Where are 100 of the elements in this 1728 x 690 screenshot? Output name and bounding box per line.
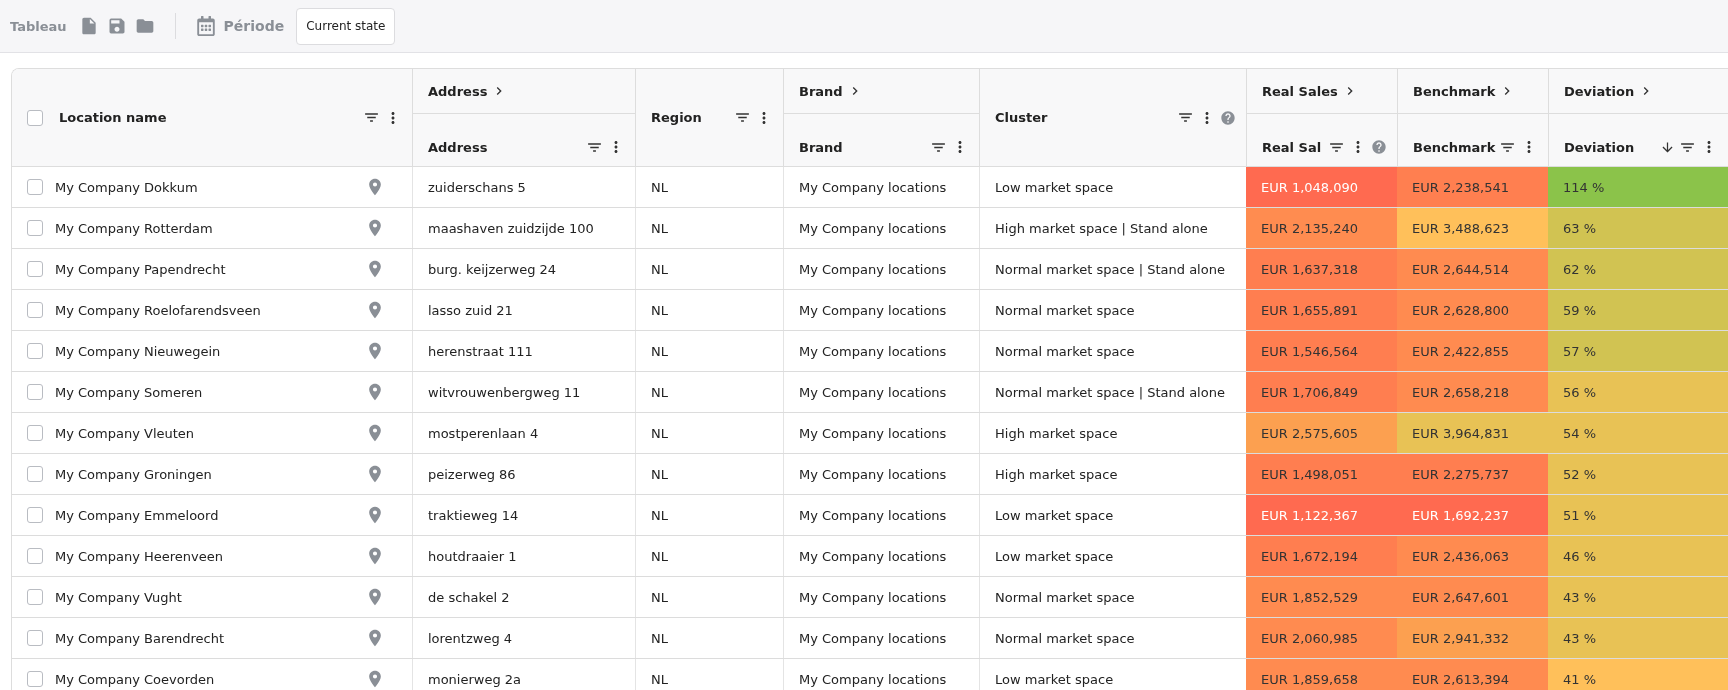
heatmap-cell: 54 % (1548, 413, 1728, 453)
location-name: My Company Coevorden (55, 671, 216, 687)
heatmap-cell: EUR 2,644,514 (1397, 249, 1548, 289)
heatmap-cell: EUR 1,706,849 (1246, 372, 1397, 412)
location-name: My Company Heerenveen (55, 548, 225, 564)
calendar-icon[interactable] (195, 16, 216, 36)
heatmap-cell: EUR 1,637,318 (1246, 249, 1397, 289)
region-text: NL (651, 630, 668, 646)
region-text: NL (651, 589, 668, 605)
region-text: NL (651, 220, 668, 236)
heatmap-cell: EUR 2,658,218 (1397, 372, 1548, 412)
region-text: NL (651, 671, 668, 687)
brand-text: My Company locations (799, 507, 947, 523)
help-icon[interactable] (1371, 139, 1387, 155)
location-name: My Company Nieuwegein (55, 343, 222, 359)
region-text: NL (651, 384, 668, 400)
heatmap-cell: EUR 1,692,237 (1397, 495, 1548, 535)
checkbox[interactable] (27, 179, 43, 195)
heatmap-cell: 43 % (1548, 618, 1728, 658)
address-text: burg. keijzerweg 24 (428, 261, 557, 277)
heatmap-cell: EUR 2,436,063 (1397, 536, 1548, 576)
address-text: de schakel 2 (428, 589, 510, 605)
checkbox[interactable] (27, 507, 43, 523)
heatmap-cell: 51 % (1548, 495, 1728, 535)
heatmap-cell: EUR 2,575,605 (1246, 413, 1397, 453)
heatmap-cell: EUR 1,546,564 (1246, 331, 1397, 371)
address-text: traktieweg 14 (428, 507, 519, 523)
location-name: My Company Dokkum (55, 179, 199, 195)
checkbox[interactable] (27, 548, 43, 564)
checkbox[interactable] (27, 466, 43, 482)
heatmap-cell: EUR 2,238,541 (1397, 167, 1548, 207)
heatmap-cell: 46 % (1548, 536, 1728, 576)
heatmap-cell: 63 % (1548, 208, 1728, 248)
period-button[interactable]: Current state (296, 7, 396, 45)
brand-text: My Company locations (799, 425, 947, 441)
cluster-text: Low market space (995, 548, 1114, 564)
checkbox[interactable] (27, 109, 43, 126)
column-header[interactable]: Region (651, 110, 730, 125)
location-name: My Company Emmeloord (55, 507, 220, 523)
address-text: mostperenlaan 4 (428, 425, 539, 441)
region-text: NL (651, 343, 668, 359)
region-text: NL (651, 466, 668, 482)
heatmap-cell: EUR 2,941,332 (1397, 618, 1548, 658)
location-name: My Company Someren (55, 384, 204, 400)
checkbox[interactable] (27, 343, 43, 359)
cluster-text: Low market space (995, 507, 1114, 523)
checkbox[interactable] (27, 261, 43, 277)
cluster-text: Normal market space (995, 630, 1135, 646)
column-header[interactable]: Location name (59, 110, 359, 125)
checkbox[interactable] (27, 589, 43, 605)
heatmap-cell: EUR 1,048,090 (1246, 167, 1397, 207)
location-name: My Company Roelofarendsveen (55, 302, 262, 318)
column-header[interactable]: Deviation (1564, 139, 1656, 155)
heatmap-cell: EUR 2,647,601 (1397, 577, 1548, 617)
heatmap-cell: EUR 1,655,891 (1246, 290, 1397, 330)
toolbar-title: Tableau (10, 18, 67, 34)
address-text: witvrouwenbergweg 11 (428, 384, 581, 400)
region-text: NL (651, 507, 668, 523)
heatmap-cell: EUR 3,964,831 (1397, 413, 1548, 453)
checkbox[interactable] (27, 302, 43, 318)
heatmap-cell: EUR 2,422,855 (1397, 331, 1548, 371)
column-header[interactable]: Real Sal (1262, 139, 1324, 155)
checkbox[interactable] (27, 425, 43, 441)
heatmap-cell: 57 % (1548, 331, 1728, 371)
region-text: NL (651, 179, 668, 195)
column-group-header[interactable]: Benchmark (1413, 83, 1496, 99)
checkbox[interactable] (27, 220, 43, 236)
address-text: maashaven zuidzijde 100 (428, 220, 594, 236)
region-text: NL (651, 548, 668, 564)
location-name: My Company Vught (55, 589, 183, 605)
column-group-header[interactable]: Real Sales (1262, 83, 1338, 99)
folder-icon[interactable] (134, 16, 155, 36)
region-text: NL (651, 302, 668, 318)
column-group-header[interactable]: Brand (799, 83, 843, 99)
heatmap-cell: EUR 2,628,800 (1397, 290, 1548, 330)
address-text: houtdraaier 1 (428, 548, 517, 564)
brand-text: My Company locations (799, 220, 947, 236)
brand-text: My Company locations (799, 343, 947, 359)
address-text: peizerweg 86 (428, 466, 516, 482)
heatmap-cell: EUR 2,275,737 (1397, 454, 1548, 494)
column-header[interactable]: Brand (799, 139, 926, 155)
column-header[interactable]: Cluster (995, 110, 1173, 125)
cluster-text: High market space (995, 466, 1118, 482)
column-group-header[interactable]: Address (428, 83, 488, 99)
address-text: monierweg 2a (428, 671, 522, 687)
cluster-text: Normal market space (995, 343, 1135, 359)
checkbox[interactable] (27, 671, 43, 687)
checkbox[interactable] (27, 384, 43, 400)
address-text: lasso zuid 21 (428, 302, 513, 318)
period-label: Période (223, 18, 285, 34)
column-header[interactable]: Address (428, 139, 582, 155)
checkbox[interactable] (27, 630, 43, 646)
cluster-text: Normal market space (995, 589, 1135, 605)
column-group-header[interactable]: Deviation (1564, 83, 1635, 99)
heatmap-cell: EUR 1,122,367 (1246, 495, 1397, 535)
heatmap-cell: 41 % (1548, 659, 1728, 690)
heatmap-cell: EUR 2,613,394 (1397, 659, 1548, 690)
region-text: NL (651, 425, 668, 441)
column-header[interactable]: Benchmark (1413, 139, 1496, 155)
brand-text: My Company locations (799, 384, 947, 400)
